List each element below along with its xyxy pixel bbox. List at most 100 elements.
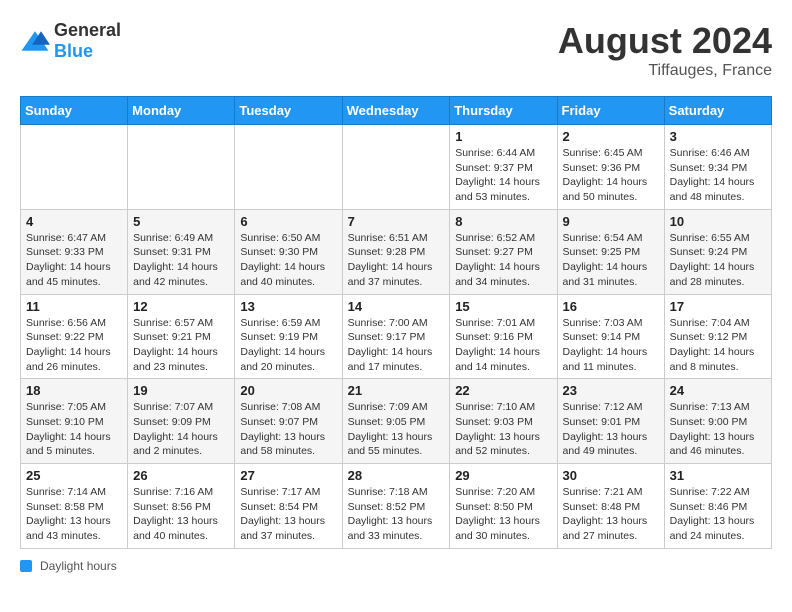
weekday-header-wednesday: Wednesday <box>342 97 450 125</box>
day-number: 6 <box>240 214 336 229</box>
calendar-cell: 23 Sunrise: 7:12 AM Sunset: 9:01 PM Dayli… <box>557 379 664 464</box>
legend-color-dot <box>20 560 32 572</box>
logo: General Blue <box>20 20 121 62</box>
day-number: 28 <box>348 468 445 483</box>
weekday-header-row: SundayMondayTuesdayWednesdayThursdayFrid… <box>21 97 772 125</box>
calendar-cell: 3 Sunrise: 6:46 AM Sunset: 9:34 PM Daylig… <box>664 125 771 210</box>
calendar-cell: 29 Sunrise: 7:20 AM Sunset: 8:50 PM Dayli… <box>450 464 557 549</box>
weekday-header-thursday: Thursday <box>450 97 557 125</box>
day-detail: Sunrise: 7:01 AM Sunset: 9:16 PM Dayligh… <box>455 316 551 375</box>
day-detail: Sunrise: 7:10 AM Sunset: 9:03 PM Dayligh… <box>455 400 551 459</box>
day-number: 19 <box>133 383 229 398</box>
day-number: 21 <box>348 383 445 398</box>
day-number: 25 <box>26 468 122 483</box>
day-detail: Sunrise: 6:54 AM Sunset: 9:25 PM Dayligh… <box>563 231 659 290</box>
calendar-cell: 15 Sunrise: 7:01 AM Sunset: 9:16 PM Dayli… <box>450 294 557 379</box>
day-number: 14 <box>348 299 445 314</box>
weekday-header-tuesday: Tuesday <box>235 97 342 125</box>
day-number: 5 <box>133 214 229 229</box>
day-number: 15 <box>455 299 551 314</box>
calendar-cell: 7 Sunrise: 6:51 AM Sunset: 9:28 PM Daylig… <box>342 209 450 294</box>
day-number: 17 <box>670 299 766 314</box>
calendar-cell: 30Sunrise: 7:21 AM Sunset: 8:48 PM Dayli… <box>557 464 664 549</box>
day-number: 11 <box>26 299 122 314</box>
calendar-cell: 9 Sunrise: 6:54 AM Sunset: 9:25 PM Daylig… <box>557 209 664 294</box>
day-detail: Sunrise: 6:55 AM Sunset: 9:24 PM Dayligh… <box>670 231 766 290</box>
calendar-cell: 14 Sunrise: 7:00 AM Sunset: 9:17 PM Dayli… <box>342 294 450 379</box>
calendar-table: SundayMondayTuesdayWednesdayThursdayFrid… <box>20 96 772 549</box>
calendar-cell <box>21 125 128 210</box>
calendar-week-4: 18Sunrise: 7:05 AM Sunset: 9:10 PM Dayli… <box>21 379 772 464</box>
calendar-cell: 18Sunrise: 7:05 AM Sunset: 9:10 PM Dayli… <box>21 379 128 464</box>
day-number: 2 <box>563 129 659 144</box>
calendar-week-2: 4 Sunrise: 6:47 AM Sunset: 9:33 PM Daylig… <box>21 209 772 294</box>
day-detail: Sunrise: 7:20 AM Sunset: 8:50 PM Dayligh… <box>455 485 551 544</box>
day-number: 27 <box>240 468 336 483</box>
day-detail: Sunrise: 7:14 AM Sunset: 8:58 PM Dayligh… <box>26 485 122 544</box>
day-detail: Sunrise: 6:51 AM Sunset: 9:28 PM Dayligh… <box>348 231 445 290</box>
day-detail: Sunrise: 7:03 AM Sunset: 9:14 PM Dayligh… <box>563 316 659 375</box>
day-number: 20 <box>240 383 336 398</box>
day-detail: Sunrise: 7:18 AM Sunset: 8:52 PM Dayligh… <box>348 485 445 544</box>
day-detail: Sunrise: 6:49 AM Sunset: 9:31 PM Dayligh… <box>133 231 229 290</box>
calendar-cell <box>342 125 450 210</box>
day-detail: Sunrise: 7:16 AM Sunset: 8:56 PM Dayligh… <box>133 485 229 544</box>
logo-general: General <box>54 20 121 40</box>
day-detail: Sunrise: 6:44 AM Sunset: 9:37 PM Dayligh… <box>455 146 551 205</box>
calendar-cell: 10 Sunrise: 6:55 AM Sunset: 9:24 PM Dayli… <box>664 209 771 294</box>
day-number: 12 <box>133 299 229 314</box>
day-detail: Sunrise: 7:09 AM Sunset: 9:05 PM Dayligh… <box>348 400 445 459</box>
day-number: 10 <box>670 214 766 229</box>
calendar-cell: 11 Sunrise: 6:56 AM Sunset: 9:22 PM Dayli… <box>21 294 128 379</box>
calendar-week-1: 1Sunrise: 6:44 AM Sunset: 9:37 PM Daylig… <box>21 125 772 210</box>
day-number: 22 <box>455 383 551 398</box>
calendar-cell: 26Sunrise: 7:16 AM Sunset: 8:56 PM Dayli… <box>128 464 235 549</box>
day-detail: Sunrise: 6:50 AM Sunset: 9:30 PM Dayligh… <box>240 231 336 290</box>
day-number: 3 <box>670 129 766 144</box>
page-header: General Blue August 2024 Tiffauges, Fran… <box>20 20 772 80</box>
weekday-header-saturday: Saturday <box>664 97 771 125</box>
calendar-week-3: 11 Sunrise: 6:56 AM Sunset: 9:22 PM Dayli… <box>21 294 772 379</box>
day-number: 4 <box>26 214 122 229</box>
calendar-cell: 24Sunrise: 7:13 AM Sunset: 9:00 PM Dayli… <box>664 379 771 464</box>
day-detail: Sunrise: 7:00 AM Sunset: 9:17 PM Dayligh… <box>348 316 445 375</box>
day-detail: Sunrise: 7:22 AM Sunset: 8:46 PM Dayligh… <box>670 485 766 544</box>
day-detail: Sunrise: 6:47 AM Sunset: 9:33 PM Dayligh… <box>26 231 122 290</box>
calendar-cell: 22 Sunrise: 7:10 AM Sunset: 9:03 PM Dayli… <box>450 379 557 464</box>
day-number: 8 <box>455 214 551 229</box>
day-detail: Sunrise: 6:57 AM Sunset: 9:21 PM Dayligh… <box>133 316 229 375</box>
day-detail: Sunrise: 7:12 AM Sunset: 9:01 PM Dayligh… <box>563 400 659 459</box>
calendar-cell: 12 Sunrise: 6:57 AM Sunset: 9:21 PM Dayli… <box>128 294 235 379</box>
calendar-cell: 5 Sunrise: 6:49 AM Sunset: 9:31 PM Daylig… <box>128 209 235 294</box>
day-number: 13 <box>240 299 336 314</box>
calendar-cell: 4 Sunrise: 6:47 AM Sunset: 9:33 PM Daylig… <box>21 209 128 294</box>
day-detail: Sunrise: 6:46 AM Sunset: 9:34 PM Dayligh… <box>670 146 766 205</box>
day-number: 31 <box>670 468 766 483</box>
day-detail: Sunrise: 7:07 AM Sunset: 9:09 PM Dayligh… <box>133 400 229 459</box>
day-detail: Sunrise: 6:56 AM Sunset: 9:22 PM Dayligh… <box>26 316 122 375</box>
legend-label: Daylight hours <box>40 559 117 573</box>
calendar-cell: 13Sunrise: 6:59 AM Sunset: 9:19 PM Dayli… <box>235 294 342 379</box>
day-number: 7 <box>348 214 445 229</box>
day-detail: Sunrise: 6:45 AM Sunset: 9:36 PM Dayligh… <box>563 146 659 205</box>
day-detail: Sunrise: 7:04 AM Sunset: 9:12 PM Dayligh… <box>670 316 766 375</box>
calendar-cell <box>128 125 235 210</box>
calendar-cell: 6 Sunrise: 6:50 AM Sunset: 9:30 PM Daylig… <box>235 209 342 294</box>
day-number: 29 <box>455 468 551 483</box>
calendar-cell: 19 Sunrise: 7:07 AM Sunset: 9:09 PM Dayli… <box>128 379 235 464</box>
day-number: 16 <box>563 299 659 314</box>
weekday-header-friday: Friday <box>557 97 664 125</box>
title-block: August 2024 Tiffauges, France <box>558 20 772 80</box>
logo-icon <box>20 29 50 53</box>
calendar-week-5: 25 Sunrise: 7:14 AM Sunset: 8:58 PM Dayli… <box>21 464 772 549</box>
day-number: 23 <box>563 383 659 398</box>
calendar-cell: 17 Sunrise: 7:04 AM Sunset: 9:12 PM Dayli… <box>664 294 771 379</box>
day-detail: Sunrise: 7:13 AM Sunset: 9:00 PM Dayligh… <box>670 400 766 459</box>
day-number: 30 <box>563 468 659 483</box>
calendar-cell: 28 Sunrise: 7:18 AM Sunset: 8:52 PM Dayli… <box>342 464 450 549</box>
day-number: 9 <box>563 214 659 229</box>
calendar-cell: 1Sunrise: 6:44 AM Sunset: 9:37 PM Daylig… <box>450 125 557 210</box>
location-subtitle: Tiffauges, France <box>558 62 772 80</box>
calendar-cell: 31 Sunrise: 7:22 AM Sunset: 8:46 PM Dayli… <box>664 464 771 549</box>
calendar-cell: 27Sunrise: 7:17 AM Sunset: 8:54 PM Dayli… <box>235 464 342 549</box>
